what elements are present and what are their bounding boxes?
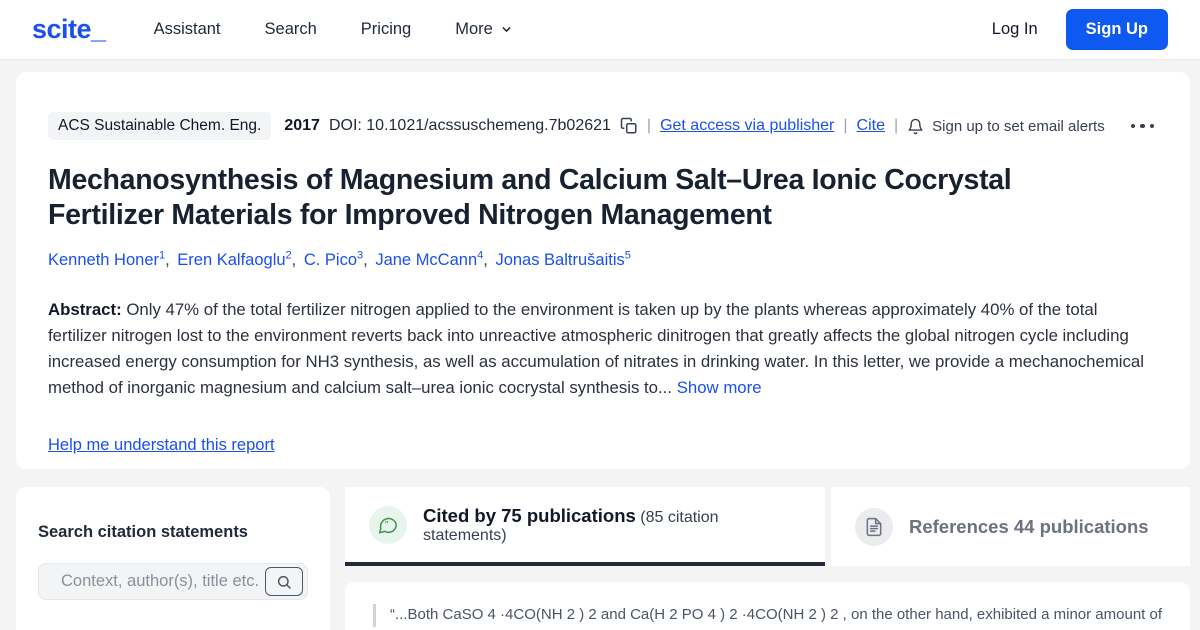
sidebar-heading: Search citation statements [38,523,248,541]
top-navigation-bar: scite_ Assistant Search Pricing More Log… [0,0,1200,60]
email-alerts[interactable]: Sign up to set email alerts [907,118,1105,135]
login-link[interactable]: Log In [992,20,1038,39]
paper-meta-row: ACS Sustainable Chem. Eng. 2017 DOI: 10.… [48,112,1158,140]
citation-bubble-icon: ” [369,505,407,544]
more-options-menu[interactable] [1127,120,1159,133]
publication-year: 2017 [284,117,320,134]
separator: | [646,117,652,134]
email-alerts-label: Sign up to set email alerts [932,117,1105,135]
document-icon [855,507,893,546]
nav-assistant[interactable]: Assistant [154,20,221,39]
paper-title: Mechanosynthesis of Magnesium and Calciu… [48,164,1012,231]
main-nav: Assistant Search Pricing More [154,20,513,39]
doi-text: DOI: 10.1021/acssuschemeng.7b02621 [328,117,611,134]
chevron-down-icon [502,27,511,32]
author-link[interactable]: Jonas Baltrušaitis5 [495,250,630,270]
bell-icon [908,118,923,134]
search-icon [277,575,291,589]
cite-link[interactable]: Cite [857,117,885,135]
abstract-text: Only 47% of the total fertilizer nitroge… [48,300,1144,398]
nav-more[interactable]: More [455,20,513,39]
author-link[interactable]: Eren Kalfaoglu2 [177,250,291,270]
references-label: References 44 publications [909,515,1149,537]
abstract-label: Abstract: [48,300,122,320]
search-submit-button[interactable] [265,567,303,596]
author-link[interactable]: Kenneth Honer1 [48,250,165,270]
copy-icon [620,117,637,134]
svg-text:”: ” [385,520,390,530]
nav-more-label: More [455,20,493,38]
citation-search-box [38,563,308,600]
separator: | [893,117,899,134]
author-link[interactable]: Jane McCann4 [375,250,483,270]
paper-report-card: ACS Sustainable Chem. Eng. 2017 DOI: 10.… [16,72,1190,469]
author-list: Kenneth Honer1, Eren Kalfaoglu2, C. Pico… [48,249,631,270]
search-citation-sidebar: Search citation statements [16,487,330,630]
author-link[interactable]: C. Pico3 [304,250,363,270]
show-more-link[interactable]: Show more [677,378,762,397]
journal-badge[interactable]: ACS Sustainable Chem. Eng. [48,112,272,140]
abstract: Abstract: Only 47% of the total fertiliz… [48,297,1158,401]
tab-bar: ” Cited by 75 publications (85 citation … [345,487,1190,566]
separator: | [843,117,848,134]
help-understand-link[interactable]: Help me understand this report [48,436,275,455]
citation-statement-quote: “...Both CaSO 4 ·4CO(NH 2 ) 2 and Ca(H 2… [373,604,1162,627]
tab-cited-by[interactable]: ” Cited by 75 publications (85 citation … [345,487,825,566]
signup-button[interactable]: Sign Up [1065,9,1168,50]
scite-logo[interactable]: scite_ [32,14,106,45]
citation-search-input[interactable] [39,572,265,591]
tab-references[interactable]: References 44 publications [831,487,1190,566]
nav-pricing[interactable]: Pricing [361,20,411,39]
copy-doi-button[interactable] [620,117,638,135]
nav-search[interactable]: Search [265,20,317,39]
citation-statements-panel: “...Both CaSO 4 ·4CO(NH 2 ) 2 and Ca(H 2… [345,582,1190,630]
get-access-link[interactable]: Get access via publisher [660,117,834,135]
cited-by-label: Cited by 75 publications (85 citation st… [423,504,719,544]
